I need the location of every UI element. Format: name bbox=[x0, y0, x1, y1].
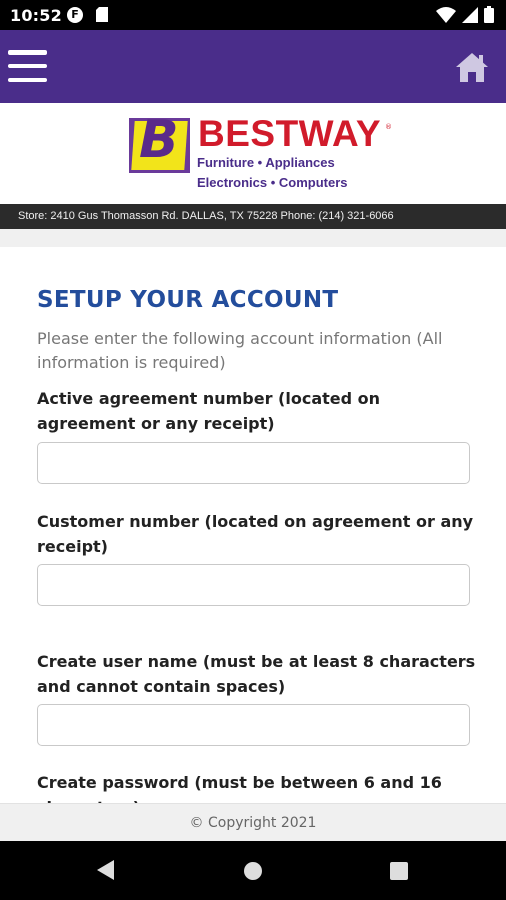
home-circle-icon[interactable] bbox=[244, 862, 262, 880]
username-input[interactable] bbox=[37, 704, 470, 746]
battery-icon bbox=[484, 6, 494, 27]
customer-number-label: Customer number (located on agreement or… bbox=[37, 512, 474, 556]
recent-apps-icon[interactable] bbox=[390, 862, 408, 880]
copyright-footer: © Copyright 2021 bbox=[0, 803, 506, 841]
logo-name: BESTWAY bbox=[198, 113, 382, 154]
app-bar bbox=[0, 30, 506, 103]
logo-registered-mark: ® bbox=[385, 123, 392, 131]
divider bbox=[0, 229, 506, 247]
home-icon[interactable] bbox=[455, 51, 489, 83]
back-icon[interactable] bbox=[97, 860, 114, 880]
agreement-number-label: Active agreement number (located on agre… bbox=[37, 389, 381, 433]
f-notification-icon: F bbox=[67, 7, 83, 23]
wifi-icon bbox=[436, 6, 456, 27]
cell-signal-icon bbox=[462, 6, 478, 27]
logo-tagline-2: Electronics • Computers bbox=[197, 175, 348, 190]
status-bar: 10:52 F bbox=[0, 0, 506, 30]
page-title: SETUP YOUR ACCOUNT bbox=[37, 287, 339, 313]
status-time: 10:52 bbox=[10, 6, 62, 25]
form-intro: Please enter the following account infor… bbox=[37, 329, 443, 372]
store-info: Store: 2410 Gus Thomasson Rd. DALLAS, TX… bbox=[0, 204, 506, 229]
agreement-number-input[interactable] bbox=[37, 442, 470, 484]
setup-account-form: SETUP YOUR ACCOUNT Please enter the foll… bbox=[0, 247, 506, 803]
logo-b-mark: B bbox=[129, 114, 190, 173]
logo-tagline-1: Furniture • Appliances bbox=[197, 155, 335, 170]
system-nav-bar bbox=[0, 841, 506, 900]
hamburger-menu-icon[interactable] bbox=[8, 50, 48, 82]
sd-card-icon bbox=[96, 7, 108, 26]
username-label: Create user name (must be at least 8 cha… bbox=[37, 652, 476, 696]
brand-logo: B BESTWAY ® Furniture • Appliances Elect… bbox=[0, 103, 506, 204]
password-label: Create password (must be between 6 and 1… bbox=[37, 773, 442, 803]
customer-number-input[interactable] bbox=[37, 564, 470, 606]
